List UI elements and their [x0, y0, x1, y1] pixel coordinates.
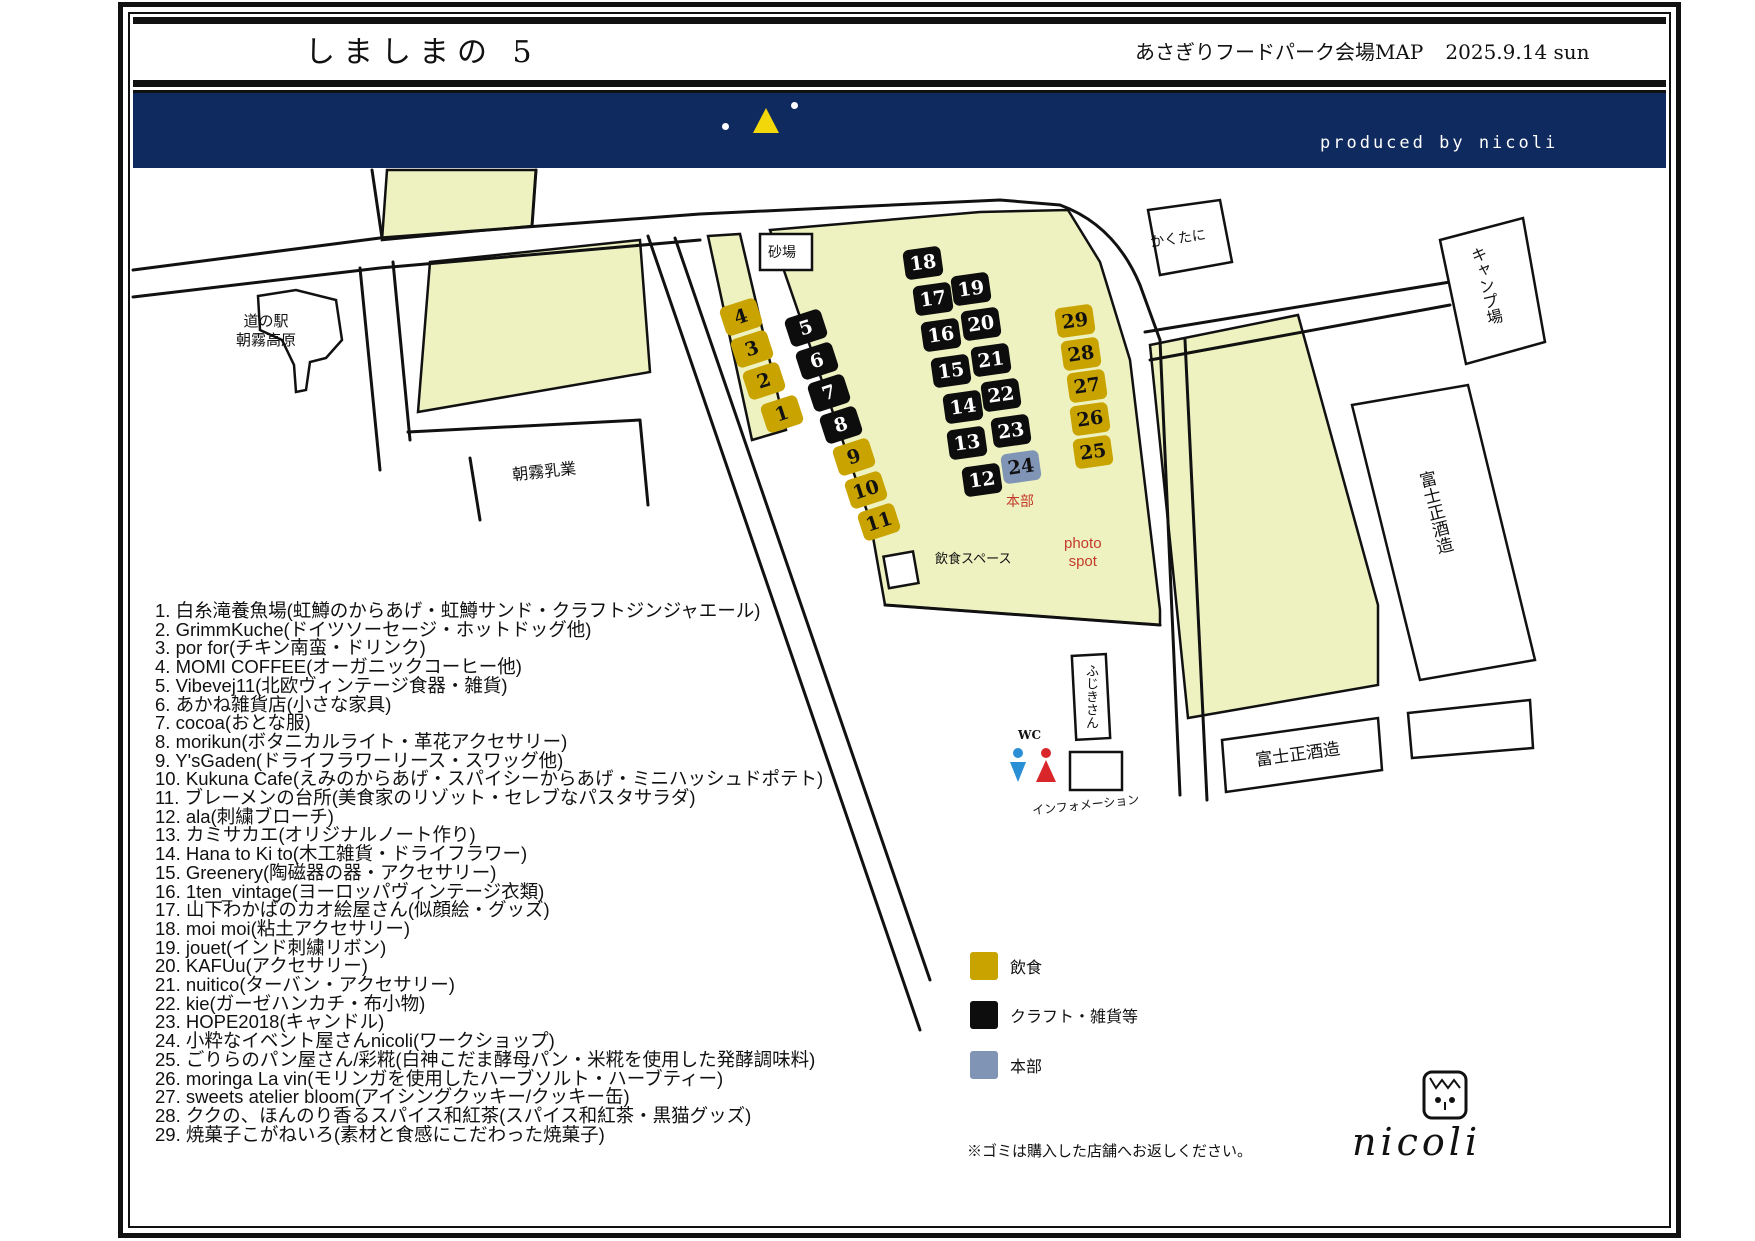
wc-label: WC — [1018, 728, 1042, 742]
header-left-title: しましまの 5 — [305, 35, 540, 70]
booth-18: 18 — [902, 245, 944, 281]
navy-banner — [133, 90, 1666, 168]
header-right: あさぎりフードパーク会場MAP 2025.9.14 sun — [1135, 36, 1590, 65]
vendor-item: 21. nuitico(ターバン・アクセサリー) — [155, 974, 455, 996]
vendor-item: 25. ごりらのパン屋さん/彩糀(白神こだま酵母パン・米糀を使用した発酵調味料) — [155, 1048, 816, 1070]
vendor-list: 1. 白糸滝養魚場(虹鱒のからあげ・虹鱒サンド・クラフトジンジャエール) 2. G… — [155, 600, 823, 1145]
booth-16: 16 — [920, 317, 962, 353]
booth-14: 14 — [942, 389, 984, 425]
legend-food-swatch — [970, 952, 998, 980]
nicoli-logo-mark — [1422, 1070, 1468, 1120]
booth-22: 22 — [980, 377, 1022, 413]
vendor-item: 15. Greenery(陶磁器の器・アクセサリー) — [155, 861, 497, 883]
legend-craft-label: クラフト・雑貨等 — [1010, 1009, 1139, 1026]
vendor-item: 8. morikun(ボタニカルライト・革花アクセサリー) — [155, 730, 568, 752]
booth-17: 17 — [912, 281, 954, 317]
booth-27: 27 — [1066, 368, 1108, 404]
vendor-item: 5. Vibevej11(北欧ヴィンテージ食器・雑貨) — [155, 674, 508, 696]
event-date: 2025.9.14 sun — [1445, 40, 1590, 64]
vendor-item: 28. ククの、ほんのり香るスパイス和紅茶(スパイス和紅茶・黒猫グッズ) — [155, 1104, 752, 1126]
vendor-item: 18. moi moi(粘土アクセサリー) — [155, 917, 411, 939]
booth-28: 28 — [1060, 336, 1102, 372]
vendor-item: 4. MOMI COFFEE(オーガニックコーヒー他) — [155, 656, 522, 678]
sunaba-label: 砂場 — [768, 245, 796, 261]
honbu-label: 本部 — [1006, 494, 1034, 510]
produced-by: produced by nicoli — [1320, 133, 1559, 153]
legend-hq: 本部 — [970, 1051, 1042, 1079]
vendor-item: 29. 焼菓子こがねいろ(素材と食感にこだわった焼菓子) — [155, 1123, 605, 1145]
star-dot-right — [791, 102, 798, 109]
legend-food: 飲食 — [970, 952, 1042, 980]
booth-12: 12 — [961, 462, 1003, 498]
dining-space-label: 飲食スペース — [935, 552, 1012, 567]
booth-21: 21 — [970, 342, 1012, 378]
booth-24: 24 — [1000, 449, 1042, 485]
photo-spot-label: photo spot — [1064, 535, 1102, 570]
legend-hq-swatch — [970, 1051, 998, 1079]
vendor-item: 1. 白糸滝養魚場(虹鱒のからあげ・虹鱒サンド・クラフトジンジャエール) — [155, 600, 761, 621]
booth-23: 23 — [990, 413, 1032, 449]
booth-26: 26 — [1069, 401, 1111, 437]
event-title: あさぎりフードパーク会場MAP — [1135, 40, 1424, 64]
legend-food-label: 飲食 — [1010, 960, 1043, 977]
booth-15: 15 — [930, 353, 972, 389]
tent-icon — [753, 108, 779, 133]
booth-19: 19 — [950, 271, 992, 307]
star-dot-left — [722, 123, 729, 130]
nicoli-logo-text: nicoli — [1352, 1120, 1482, 1164]
vendor-item: 11. ブレーメンの台所(美食家のリゾット・セレブなパスタサラダ) — [155, 787, 696, 809]
legend-craft-swatch — [970, 1001, 998, 1029]
trash-note: ※ゴミは購入した店舗へお返しください。 — [967, 1143, 1253, 1160]
michinoeki-label: 道の駅 朝霧高原 — [236, 312, 297, 349]
booth-25: 25 — [1072, 434, 1114, 470]
booth-20: 20 — [960, 306, 1002, 342]
legend-craft: クラフト・雑貨等 — [970, 1001, 1138, 1029]
fujikisan-label: ふじきさん — [1083, 664, 1098, 729]
legend-hq-label: 本部 — [1010, 1059, 1043, 1076]
booth-13: 13 — [946, 425, 988, 461]
booth-29: 29 — [1054, 303, 1096, 339]
